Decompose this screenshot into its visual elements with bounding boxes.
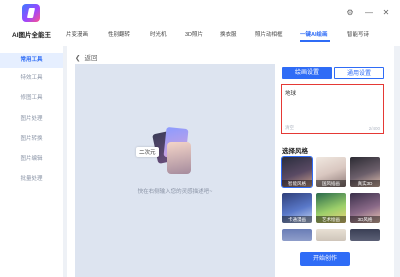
- style-option-3d[interactable]: 3D风格: [350, 193, 380, 223]
- close-button[interactable]: ✕: [381, 8, 391, 18]
- sidebar-item-common-tools[interactable]: 常用工具: [0, 53, 63, 68]
- style-option-art[interactable]: 艺术绘画: [316, 193, 346, 223]
- sidebar-item-retouch[interactable]: 修图工具: [0, 91, 63, 106]
- style-label: 卡通漫画: [282, 216, 312, 223]
- style-option-smart[interactable]: 智能风格: [281, 156, 313, 188]
- tab-photo-to-comic[interactable]: 片变漫画: [66, 30, 88, 38]
- prompt-input[interactable]: 地球 清空 2/400: [281, 84, 384, 134]
- style-label: 智能风格: [282, 180, 312, 187]
- gear-icon[interactable]: ⚙: [345, 8, 355, 18]
- style-thumb-image: [282, 229, 312, 241]
- tab-smart-poem[interactable]: 智能写诗: [347, 30, 369, 38]
- tab-gender-swap[interactable]: 性别翻转: [108, 30, 130, 38]
- style-option-more-1[interactable]: [282, 229, 312, 241]
- sidebar-item-image-edit[interactable]: 图片编辑: [0, 152, 63, 167]
- style-option-real3d[interactable]: 真实3D: [350, 157, 380, 187]
- chevron-left-icon: ❮: [75, 55, 81, 62]
- style-tag: 二次元: [136, 147, 159, 157]
- sidebar-item-batch[interactable]: 批量处理: [0, 172, 63, 187]
- style-thumb-image: [316, 229, 346, 241]
- tab-3d-photo[interactable]: 3D照片: [185, 30, 203, 38]
- style-label: 国风插画: [316, 180, 346, 187]
- app-title: AI图片全能王: [12, 32, 51, 39]
- char-count: 2/400: [368, 126, 380, 131]
- start-create-button[interactable]: 开始创作: [300, 252, 350, 266]
- sidebar-item-image-convert[interactable]: 图片转换: [0, 132, 63, 147]
- style-section-title: 选择风格: [282, 148, 308, 155]
- style-option-more-2[interactable]: [316, 229, 346, 241]
- back-button[interactable]: ❮ 返回: [75, 52, 97, 62]
- sample-card-front: [167, 142, 191, 174]
- tab-time-machine[interactable]: 时光机: [150, 30, 167, 38]
- style-option-guofeng[interactable]: 国风插画: [316, 157, 346, 187]
- tab-painting-settings[interactable]: 绘画设置: [282, 67, 332, 79]
- tab-ai-painting[interactable]: 一键AI绘画: [300, 30, 328, 38]
- tab-general-settings[interactable]: 通用设置: [334, 67, 384, 79]
- style-option-cartoon[interactable]: 卡通漫画: [282, 193, 312, 223]
- sidebar-item-effects[interactable]: 特效工具: [0, 71, 63, 86]
- prompt-text: 地球: [285, 91, 297, 97]
- style-label: 3D风格: [350, 216, 380, 223]
- tab-change-clothes[interactable]: 换衣服: [220, 30, 237, 38]
- sample-images-illustration: [152, 126, 195, 178]
- sidebar-item-image-processing[interactable]: 图片处理: [0, 112, 63, 127]
- style-thumb-image: [350, 229, 380, 241]
- active-tab-indicator: [300, 40, 330, 42]
- minimize-button[interactable]: —: [364, 8, 374, 18]
- tab-animated-frame[interactable]: 照片动相框: [255, 30, 283, 38]
- top-bar: [63, 0, 400, 46]
- app-logo-icon: [22, 4, 40, 22]
- back-label: 返回: [84, 55, 98, 62]
- empty-hint: 快在右侧输入您的灵感描述吧~: [137, 189, 213, 195]
- clear-button[interactable]: 清空: [285, 125, 294, 131]
- sidebar: AI图片全能王 常用工具 特效工具 修图工具 图片处理 图片转换 图片编辑 批量…: [0, 0, 63, 277]
- style-option-more-3[interactable]: [350, 229, 380, 241]
- style-label: 真实3D: [350, 180, 380, 187]
- style-label: 艺术绘画: [316, 216, 346, 223]
